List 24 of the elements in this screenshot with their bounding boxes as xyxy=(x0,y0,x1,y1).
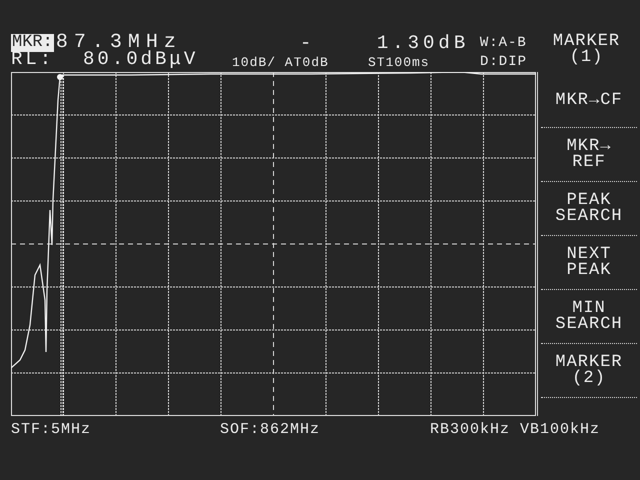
marker-label: MKR: xyxy=(11,34,54,52)
softkey-label[interactable]: NEXT xyxy=(566,246,612,262)
softkey-label[interactable]: PEAK xyxy=(566,262,612,278)
softkey-label[interactable]: REF xyxy=(572,154,606,170)
menu-title: MARKER xyxy=(552,34,620,50)
bandwidth-settings: RB300kHz VB100kHz xyxy=(430,422,600,437)
reference-level: RL: 80.0dBμV xyxy=(11,50,200,69)
softkey-label[interactable]: MARKER xyxy=(555,354,623,370)
softkey-label[interactable]: MKR→CF xyxy=(555,92,623,108)
softkey-label[interactable]: SEARCH xyxy=(555,208,623,224)
softkey-label[interactable]: MIN xyxy=(572,300,606,316)
detector-mode: D:DIP xyxy=(480,55,528,69)
softkey-label[interactable]: SEARCH xyxy=(555,316,623,332)
softkey-label[interactable]: PEAK xyxy=(566,192,612,208)
marker-dot-icon xyxy=(57,74,63,80)
menu-subtitle: (1) xyxy=(570,50,604,66)
softkey-label[interactable]: (2) xyxy=(572,370,606,386)
start-frequency: STF:5MHz xyxy=(11,422,92,437)
sweep-time: ST100ms xyxy=(368,56,431,69)
scale-attenuation: 10dB/ AT0dB xyxy=(232,56,330,69)
window-mode: W:A-B xyxy=(480,34,527,52)
span-offset: SOF:862MHz xyxy=(220,422,322,437)
marker-delta: - 1.30dB xyxy=(300,34,470,52)
softkey-label[interactable]: MKR→ xyxy=(566,138,612,154)
